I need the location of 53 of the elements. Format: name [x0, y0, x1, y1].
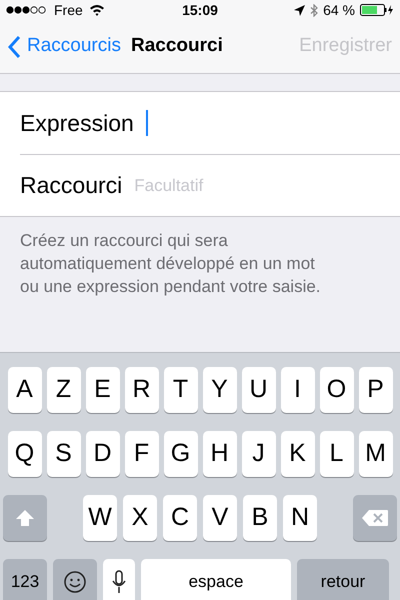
letter-key[interactable]: E — [86, 367, 120, 413]
numbers-key[interactable]: 123 — [3, 559, 47, 600]
letter-key[interactable]: V — [203, 495, 237, 541]
letter-key[interactable]: M — [358, 431, 392, 477]
letter-key[interactable]: O — [320, 367, 354, 413]
chevron-left-icon — [8, 36, 21, 58]
wifi-icon — [88, 4, 105, 16]
letter-key[interactable]: B — [243, 495, 277, 541]
text-cursor — [146, 110, 148, 136]
letter-key[interactable]: U — [242, 367, 276, 413]
clock-time: 15:09 — [182, 0, 218, 20]
carrier-name: Free — [54, 0, 83, 20]
microphone-key[interactable] — [103, 559, 135, 600]
shift-arrow-icon — [15, 509, 35, 527]
letter-key[interactable]: L — [320, 431, 354, 477]
field-label: Raccourci — [20, 171, 122, 200]
location-arrow-icon — [294, 4, 306, 16]
bluetooth-icon — [310, 4, 318, 16]
letter-key[interactable]: W — [83, 495, 117, 541]
letter-key[interactable]: F — [124, 431, 158, 477]
smiley-icon — [63, 570, 87, 594]
delete-key[interactable] — [353, 495, 397, 541]
back-button[interactable]: Raccourcis — [8, 32, 121, 61]
battery-charging-icon — [360, 4, 394, 16]
letter-key[interactable]: Y — [202, 367, 236, 413]
emoji-key[interactable] — [53, 559, 97, 600]
letter-key[interactable]: Q — [8, 431, 42, 477]
letter-key[interactable]: N — [283, 495, 317, 541]
letter-key[interactable]: R — [124, 367, 158, 413]
field-label: Expression — [20, 108, 134, 138]
letter-key[interactable]: H — [202, 431, 236, 477]
return-key[interactable]: retour — [297, 559, 389, 600]
letter-key[interactable]: T — [164, 367, 198, 413]
signal-dots-icon — [6, 6, 48, 14]
letter-key[interactable]: S — [46, 431, 80, 477]
battery-percent: 64 % — [323, 0, 355, 20]
letter-key[interactable]: I — [280, 367, 314, 413]
letter-key[interactable]: C — [163, 495, 197, 541]
letter-key[interactable]: K — [280, 431, 314, 477]
field-placeholder: Facultatif — [134, 174, 204, 197]
space-key[interactable]: espace — [141, 559, 291, 600]
letter-key[interactable]: D — [86, 431, 120, 477]
backspace-icon — [361, 509, 389, 527]
letter-key[interactable]: Z — [46, 367, 80, 413]
microphone-icon — [112, 570, 126, 594]
screen-title: Raccourci — [130, 34, 223, 58]
footer-description: Créez un raccourci qui sera automatiquement développé en un mot ou une expression pendant votre saisie. — [19, 230, 322, 298]
letter-key[interactable]: G — [164, 431, 198, 477]
shift-key[interactable] — [3, 495, 47, 541]
letter-key[interactable]: A — [8, 367, 42, 413]
letter-key[interactable]: P — [358, 367, 392, 413]
letter-key[interactable]: J — [242, 431, 276, 477]
letter-key[interactable]: X — [123, 495, 157, 541]
